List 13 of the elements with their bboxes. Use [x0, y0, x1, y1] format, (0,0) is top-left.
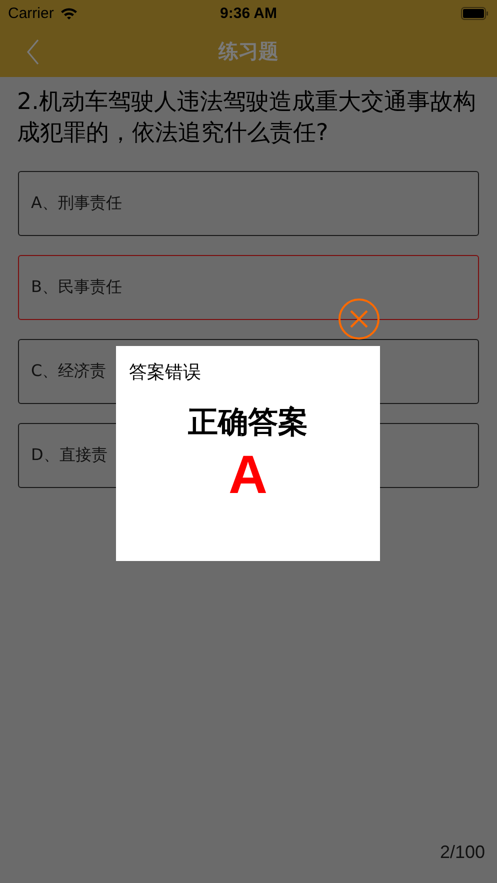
status-time: 9:36 AM	[220, 4, 277, 22]
answer-option[interactable]: B、民事责任	[18, 255, 479, 320]
page-title: 练习题	[218, 38, 278, 65]
carrier-name: Carrier	[8, 4, 54, 22]
correct-answer-letter: A	[228, 445, 268, 505]
answer-option[interactable]: A、刑事责任	[18, 171, 479, 236]
correct-answer-heading: 正确答案	[187, 404, 309, 442]
battery-icon	[461, 6, 489, 20]
wifi-icon	[60, 6, 78, 20]
question-counter: 2/100	[440, 842, 485, 863]
close-icon[interactable]	[338, 298, 380, 340]
question-text: 2.机动车驾驶人违法驾驶造成重大交通事故构成犯罪的，依法追究什么责任?	[17, 88, 477, 148]
dialog-title: 答案错误	[129, 361, 202, 384]
